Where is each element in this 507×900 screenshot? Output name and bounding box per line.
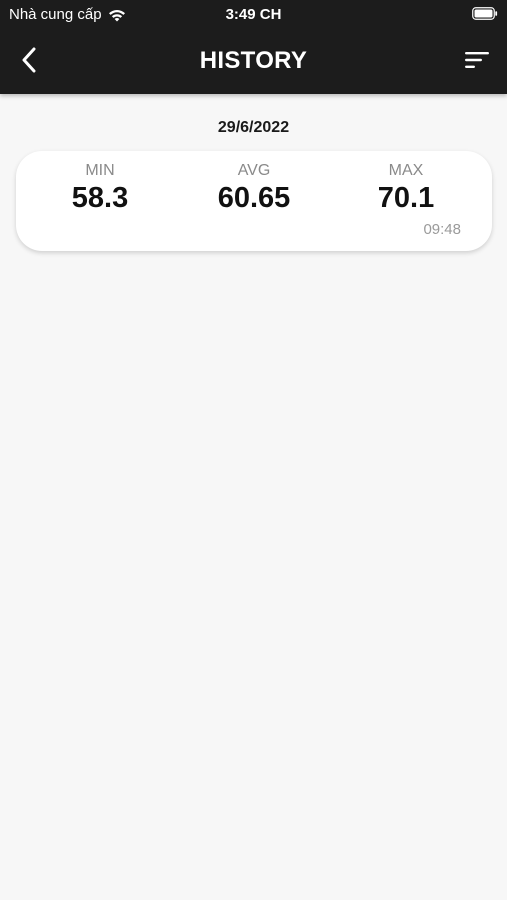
history-date: 29/6/2022 [217,119,290,136]
nav-bar: HISTORY [0,30,507,94]
avg-stat: AVG 60.65 [184,161,324,215]
sort-button[interactable] [463,46,491,74]
max-label: MAX [388,162,424,179]
status-time: 3:49 CH [225,6,282,23]
min-label: MIN [85,162,115,179]
app-header: Nhà cung cấp 3:49 CH HISTORY [0,0,507,94]
sort-icon [465,52,489,68]
battery-icon [472,7,498,20]
min-stat: MIN 58.3 [30,161,170,215]
record-time: 09:48 [423,221,461,238]
status-bar: Nhà cung cấp 3:49 CH [0,0,507,30]
max-value: 70.1 [377,182,435,214]
max-stat: MAX 70.1 [336,161,476,215]
avg-value: 60.65 [217,182,291,214]
min-value: 58.3 [71,182,129,214]
history-record-card[interactable]: MIN 58.3 AVG 60.65 MAX 70.1 09:48 [16,151,492,251]
page-title: HISTORY [199,47,308,74]
avg-label: AVG [237,162,271,179]
